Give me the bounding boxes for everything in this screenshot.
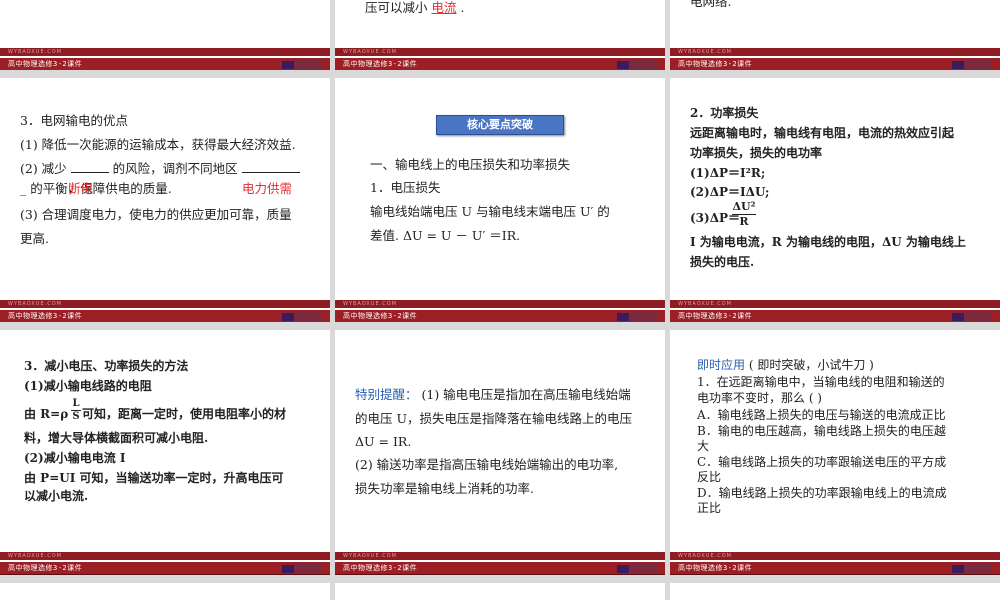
- slide-text: _ 的平衡，保障供电的质量.: [20, 181, 172, 196]
- slide-header-bar: WYBAOXUE.COM 高中物理选修3-2课件: [0, 300, 330, 322]
- slide-text: (1)减小输电线路的电阻: [24, 379, 152, 393]
- slide-text: (2)ΔP＝IΔU;: [690, 185, 770, 199]
- slide-text: 1．电压损失: [370, 180, 441, 195]
- slide-r2c1: 特别提醒： (1) 输电电压是指加在高压输电线始端 的电压 U，损失电压是指降落…: [335, 330, 665, 575]
- course-title: 高中物理选修3-2课件: [678, 312, 753, 320]
- slide-text: 3．减小电压、功率损失的方法: [24, 359, 189, 373]
- slide-text: C．输电线路上损失的功率跟输送电压的平方成: [697, 455, 947, 469]
- watermark-text: WYBAOXUE.COM: [678, 553, 732, 559]
- answer-text: 断电: [68, 181, 94, 196]
- slide-r1c0: 3．电网输电的优点 (1) 降低一次能源的运输成本，获得最大经济效益. (2) …: [0, 78, 330, 322]
- course-title: 高中物理选修3-2课件: [678, 60, 753, 68]
- slide-text: 损失功率是输电线上消耗的功率.: [355, 481, 534, 496]
- slide-text: D．输电线路上损失的功率跟输电线上的电流成: [697, 486, 947, 500]
- slide-text: (2) 输送功率是指高压输电线始端输出的电功率,: [355, 457, 619, 472]
- slide-text: 可知，距离一定时，使用电阻率小的材: [82, 407, 287, 421]
- watermark-text: WYBAOXUE.COM: [343, 49, 397, 55]
- slide-text: 损失的电压.: [690, 255, 755, 269]
- slide-r0c1: 压可以减小 电流. WYBAOXUE.COM 高中物理选修3-2课件: [335, 0, 665, 70]
- slide-text: 的电压 U，损失电压是指降落在输电线路上的电压: [355, 411, 633, 426]
- course-title: 高中物理选修3-2课件: [678, 564, 753, 572]
- slide-text: 1．在远距离输电中，当输电线的电阻和输送的: [697, 375, 945, 389]
- slide-header-bar: WYBAOXUE.COM 高中物理选修3-2课件: [0, 48, 330, 70]
- watermark-text: WYBAOXUE.COM: [343, 301, 397, 307]
- slide-text: 特别提醒： (1) 输电电压是指加在高压输电线始端: [355, 387, 631, 402]
- slide-text: 电网络.: [690, 0, 732, 9]
- slide-text: 输电线始端电压 U 与输电线末端电压 U′ 的: [370, 204, 610, 219]
- slide-text: ΔU² R: [732, 200, 756, 228]
- logo-icon: [952, 563, 992, 573]
- slide-r1c2: 2．功率损失 远距离输电时，输电线有电阻，电流的热效应引起 功率损失，损失的电功…: [670, 78, 1000, 322]
- answer-text: 电力供需: [242, 181, 293, 196]
- slide-r3c1: [335, 583, 665, 600]
- slide-text: A．输电线路上损失的电压与输送的电流成正比: [697, 408, 946, 422]
- watermark-text: WYBAOXUE.COM: [343, 553, 397, 559]
- slide-r2c0: 3．减小电压、功率损失的方法 (1)减小输电线路的电阻 由 R=ρ L S 可知…: [0, 330, 330, 575]
- slide-text: 功率损失，损失的电功率: [690, 146, 823, 160]
- logo-icon: [282, 311, 322, 321]
- slide-text: 压可以减小 电流.: [365, 0, 465, 15]
- logo-icon: [617, 311, 657, 321]
- slide-header-bar: WYBAOXUE.COM 高中物理选修3-2课件: [335, 552, 665, 575]
- slide-r0c2: 电网络. WYBAOXUE.COM 高中物理选修3-2课件: [670, 0, 1000, 70]
- course-title: 高中物理选修3-2课件: [343, 564, 418, 572]
- tip-label: 特别提醒：: [355, 387, 418, 402]
- slide-text: 料，增大导体横截面积可减小电阻.: [24, 431, 209, 445]
- slide-text: 由 R=ρ: [24, 407, 69, 421]
- slide-text: 即时应用 ( 即时突破，小试牛刀 ): [697, 358, 874, 372]
- logo-icon: [952, 311, 992, 321]
- slide-r3c0: [0, 583, 330, 600]
- logo-icon: [282, 563, 322, 573]
- slide-text: 大: [697, 439, 710, 453]
- instant-apply-label: 即时应用: [697, 358, 746, 372]
- answer-text: 电流: [431, 0, 457, 15]
- slide-text: 正比: [697, 501, 722, 515]
- course-title: 高中物理选修3-2课件: [343, 312, 418, 320]
- slide-text: (3) 合理调度电力，使电力的供应更加可靠，质量: [20, 207, 292, 222]
- slide-text: 一、输电线上的电压损失和功率损失: [370, 157, 571, 172]
- slide-text: L S: [71, 398, 81, 422]
- slide-text: 3．电网输电的优点: [20, 113, 128, 128]
- watermark-text: WYBAOXUE.COM: [8, 49, 62, 55]
- slide-text: 远距离输电时，输电线有电阻，电流的热效应引起: [690, 126, 955, 140]
- slide-text: B．输电的电压越高，输电线路上损失的电压越: [697, 424, 946, 438]
- slide-header-bar: WYBAOXUE.COM 高中物理选修3-2课件: [670, 552, 1000, 575]
- slide-header-bar: WYBAOXUE.COM 高中物理选修3-2课件: [335, 48, 665, 70]
- logo-icon: [282, 59, 322, 69]
- slide-text: 电功率不变时，那么 ( ): [697, 391, 822, 405]
- slide-text: I 为输电电流，R 为输电线的电阻，ΔU 为输电线上: [690, 235, 966, 249]
- course-title: 高中物理选修3-2课件: [8, 60, 83, 68]
- slide-header-bar: WYBAOXUE.COM 高中物理选修3-2课件: [670, 48, 1000, 70]
- watermark-text: WYBAOXUE.COM: [8, 301, 62, 307]
- course-title: 高中物理选修3-2课件: [8, 312, 83, 320]
- slide-text: (1) 降低一次能源的运输成本，获得最大经济效益.: [20, 137, 296, 152]
- slide-text: 以减小电流.: [24, 489, 89, 503]
- slide-r1c1: 核心要点突破 一、输电线上的电压损失和功率损失 1．电压损失 输电线始端电压 U…: [335, 78, 665, 322]
- slide-header-bar: WYBAOXUE.COM 高中物理选修3-2课件: [0, 552, 330, 575]
- slide-text: (2)减小输电电流 I: [24, 451, 126, 465]
- watermark-text: WYBAOXUE.COM: [678, 301, 732, 307]
- key-points-button[interactable]: 核心要点突破: [436, 115, 564, 135]
- watermark-text: WYBAOXUE.COM: [678, 49, 732, 55]
- course-title: 高中物理选修3-2课件: [8, 564, 83, 572]
- slide-text: ΔU = IR.: [355, 434, 412, 449]
- slide-text: 2．功率损失: [690, 106, 759, 120]
- slide-r3c2: [670, 583, 1000, 600]
- logo-icon: [617, 563, 657, 573]
- course-title: 高中物理选修3-2课件: [343, 60, 418, 68]
- logo-icon: [617, 59, 657, 69]
- slide-r2c2: 即时应用 ( 即时突破，小试牛刀 ) 1．在远距离输电中，当输电线的电阻和输送的…: [670, 330, 1000, 575]
- slide-header-bar: WYBAOXUE.COM 高中物理选修3-2课件: [670, 300, 1000, 322]
- slide-text: (1)ΔP＝I²R;: [690, 166, 766, 180]
- slide-r0c0: WYBAOXUE.COM 高中物理选修3-2课件: [0, 0, 330, 70]
- slide-text: 反比: [697, 470, 722, 484]
- logo-icon: [952, 59, 992, 69]
- slide-text: 由 P=UI 可知，当输送功率一定时，升高电压可: [24, 471, 284, 485]
- slide-text: 更高.: [20, 231, 49, 246]
- slide-header-bar: WYBAOXUE.COM 高中物理选修3-2课件: [335, 300, 665, 322]
- watermark-text: WYBAOXUE.COM: [8, 553, 62, 559]
- slide-text: 差值. ΔU = U － U′ ＝IR.: [370, 228, 521, 243]
